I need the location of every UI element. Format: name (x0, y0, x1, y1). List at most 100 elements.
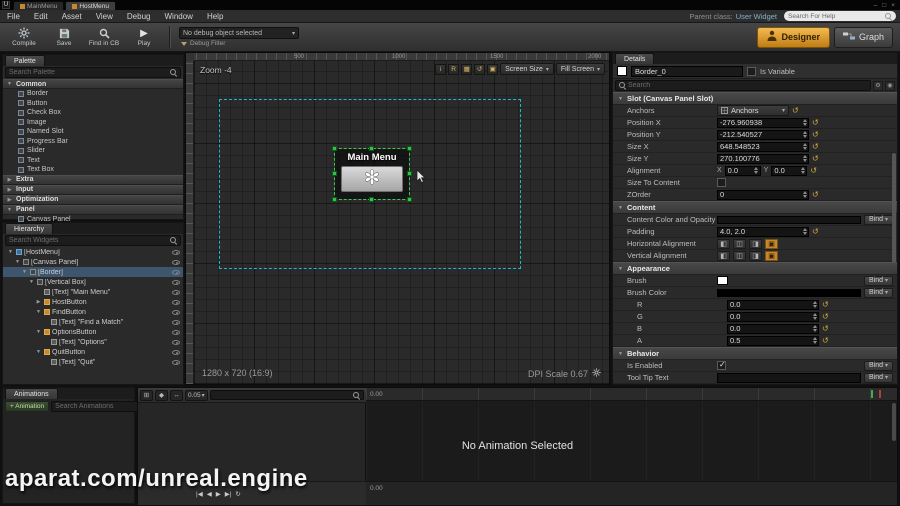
menu-button-preview[interactable] (341, 166, 403, 192)
reset-to-default-icon[interactable]: ↺ (812, 142, 819, 151)
details-b-input[interactable] (728, 324, 811, 333)
palette-item-named-slot[interactable]: Named Slot (3, 127, 183, 137)
tab-details[interactable]: Details (615, 53, 655, 64)
details-search-input[interactable] (628, 82, 867, 89)
selection-handle[interactable] (407, 146, 412, 151)
menu-item-asset[interactable]: Asset (55, 10, 89, 23)
reset-to-default-icon[interactable]: ↺ (822, 300, 829, 309)
timeline-scrollbar[interactable] (892, 403, 896, 441)
play-button[interactable]: ▶ Play (124, 24, 164, 51)
gear-icon[interactable] (592, 368, 601, 379)
hierarchy-item-text-quit[interactable]: [Text] "Quit" (3, 357, 183, 367)
details-size-x-input[interactable] (718, 142, 801, 151)
playback-range-end-marker[interactable] (879, 390, 881, 398)
graph-mode-button[interactable]: Graph (833, 26, 893, 48)
spinner-icon[interactable] (801, 228, 808, 235)
designer-mode-button[interactable]: Designer (757, 26, 830, 48)
align-fill-button[interactable]: ▣ (765, 238, 778, 249)
spinner-icon[interactable] (801, 131, 808, 138)
hierarchy-search-box[interactable] (5, 235, 181, 246)
palette-group-input[interactable]: ▶ Input (3, 184, 183, 195)
timeline-bottom-ruler[interactable]: 0.00 (366, 481, 897, 505)
details-anchors-dropdown[interactable]: Anchors ▾ (717, 105, 789, 116)
visibility-eye-icon[interactable] (172, 299, 180, 305)
hierarchy-item-vertical-box[interactable]: ▼ [Vertical Box] (3, 277, 183, 287)
is-variable-checkbox[interactable] (747, 66, 756, 76)
visibility-eye-icon[interactable] (172, 359, 180, 365)
selection-handle[interactable] (369, 146, 374, 151)
selection-handle[interactable] (407, 197, 412, 202)
hierarchy-item-text-main-menu[interactable]: [Text] "Main Menu" (3, 287, 183, 297)
visibility-eye-icon[interactable] (172, 329, 180, 335)
details-content-color-and-opacity-bind-button[interactable]: Bind ▾ (863, 214, 893, 225)
details-alignment-input[interactable] (772, 166, 800, 175)
details-tool-tip-text-bind-button[interactable]: Bind ▾ (863, 372, 893, 383)
hierarchy-item-text-find-a-match[interactable]: [Text] "Find a Match" (3, 317, 183, 327)
reset-to-default-icon[interactable]: ↺ (812, 118, 819, 127)
hierarchy-item-quitbutton[interactable]: ▼ QuitButton (3, 347, 183, 357)
details-content-section[interactable]: ▼ Content (613, 201, 897, 214)
chevron-icon[interactable]: ▼ (35, 349, 42, 355)
reset-to-default-icon[interactable]: ↺ (822, 324, 829, 333)
chevron-icon[interactable]: ▶ (35, 299, 42, 305)
reset-to-default-icon[interactable]: ↺ (810, 166, 817, 175)
palette-search-input[interactable] (9, 69, 168, 76)
tab-palette[interactable]: Palette (5, 55, 45, 66)
close-button[interactable]: × (891, 2, 895, 9)
palette-group-common[interactable]: ▼ Common (3, 79, 183, 89)
details-padding-input[interactable] (718, 227, 801, 236)
palette-search-box[interactable] (5, 67, 181, 78)
palette-item-slider[interactable]: Slider (3, 146, 183, 156)
selection-handle[interactable] (332, 171, 337, 176)
visibility-eye-icon[interactable] (172, 319, 180, 325)
palette-group-extra[interactable]: ▶ Extra (3, 174, 183, 185)
snap-interval-dropdown[interactable]: 0.05 ▾ (185, 389, 208, 401)
palette-item-button[interactable]: Button (3, 99, 183, 109)
details-brush-bind-button[interactable]: Bind ▾ (863, 275, 893, 286)
hierarchy-search-input[interactable] (9, 237, 168, 244)
details-position-x-input[interactable] (718, 118, 801, 127)
minimize-button[interactable]: – (874, 2, 878, 9)
help-search-input[interactable] (788, 12, 883, 20)
align-left-button[interactable]: ◧ (717, 250, 730, 261)
hierarchy-item-hostbutton[interactable]: ▶ HostButton (3, 297, 183, 307)
details-zorder-input[interactable] (718, 190, 801, 199)
spinner-icon[interactable] (799, 167, 806, 174)
reset-to-default-icon[interactable]: ↺ (812, 227, 819, 236)
details-content-color-and-opacity-color-bar[interactable] (717, 215, 861, 224)
visibility-eye-icon[interactable] (172, 289, 180, 295)
details-is-enabled-checkbox[interactable] (717, 360, 726, 370)
chevron-icon[interactable]: ▼ (28, 279, 35, 285)
details-size-to-content-checkbox[interactable] (717, 178, 726, 187)
visibility-eye-icon[interactable] (172, 309, 180, 315)
align-right-button[interactable]: ◨ (749, 238, 762, 249)
details-brush-color-color-bar[interactable] (717, 288, 861, 297)
visibility-eye-icon[interactable] (172, 249, 180, 255)
chevron-icon[interactable]: ▼ (35, 309, 42, 315)
visibility-eye-icon[interactable] (172, 349, 180, 355)
spinner-icon[interactable] (801, 143, 808, 150)
spinner-icon[interactable] (811, 313, 818, 320)
menu-item-edit[interactable]: Edit (27, 10, 55, 23)
playback-range-start-marker[interactable] (871, 390, 873, 398)
designer-mini-button-0[interactable]: i (435, 63, 447, 75)
details-g-input[interactable] (728, 312, 811, 321)
spinner-icon[interactable] (801, 155, 808, 162)
details-is-enabled-bind-button[interactable]: Bind ▾ (863, 360, 893, 371)
selection-handle[interactable] (332, 146, 337, 151)
debug-filter[interactable]: Debug Filter (179, 40, 299, 47)
screen-size-dropdown[interactable]: Screen Size ▾ (500, 63, 554, 75)
tab-animations[interactable]: Animations (5, 388, 58, 399)
details-scrollbar[interactable] (892, 153, 896, 263)
align-center-button[interactable]: ◫ (733, 250, 746, 261)
selection-handle[interactable] (407, 171, 412, 176)
reset-to-default-icon[interactable]: ↺ (822, 336, 829, 345)
timeline-search-input[interactable] (213, 391, 351, 399)
details-size-y-input[interactable] (718, 154, 801, 163)
canvas-viewport[interactable]: Zoom -4 i R ▦ ↺ ▣ Screen Size ▾ Fill Screen … (194, 61, 609, 384)
details-search-box[interactable] (615, 80, 871, 91)
align-right-button[interactable]: ◨ (749, 250, 762, 261)
chevron-icon[interactable]: ▼ (7, 249, 14, 255)
spinner-icon[interactable] (811, 325, 818, 332)
details-a-input[interactable] (728, 336, 811, 345)
